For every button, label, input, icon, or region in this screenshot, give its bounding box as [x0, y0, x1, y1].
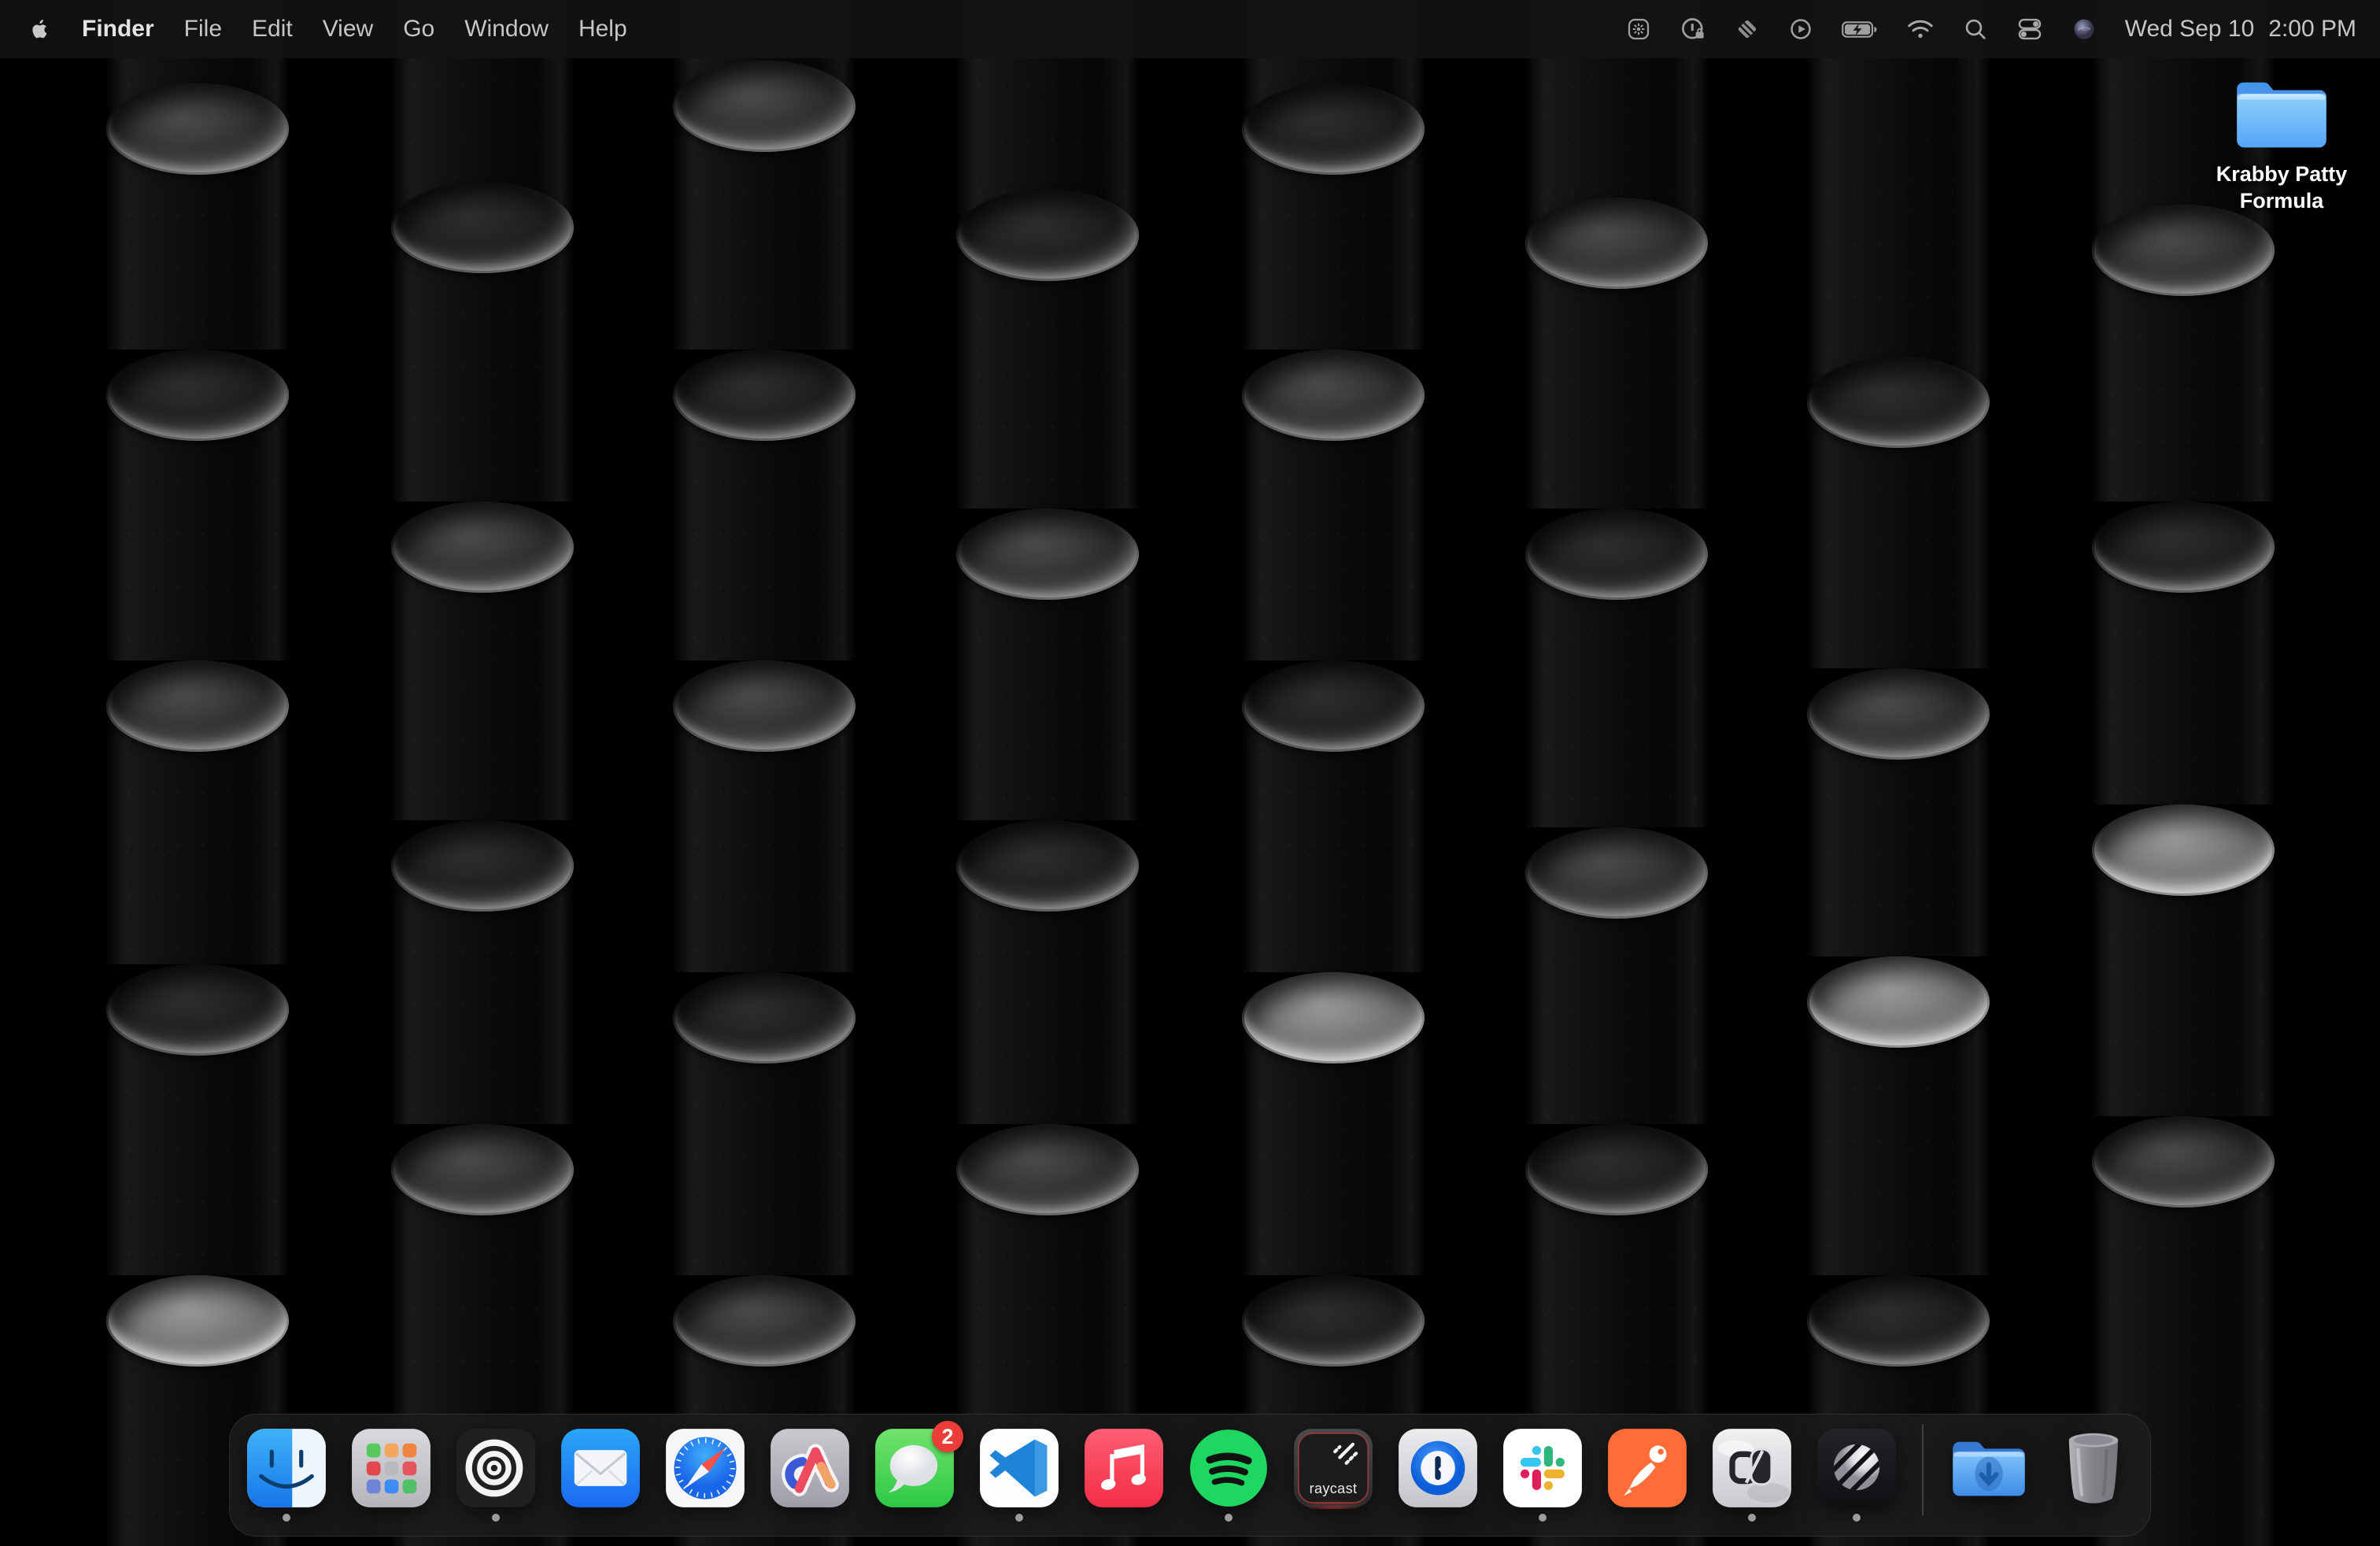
dock-item-downloads-folder[interactable]	[1948, 1427, 2030, 1509]
zen-browser-icon	[455, 1427, 537, 1509]
dock-item-linear[interactable]	[1816, 1427, 1898, 1509]
menu-bar-left: Finder File Edit View Go Window Help	[27, 16, 642, 43]
menu-bar: Finder File Edit View Go Window Help	[0, 0, 2380, 58]
safari-icon	[664, 1427, 746, 1509]
slack-icon	[1502, 1427, 1584, 1509]
apple-logo-icon	[30, 17, 51, 42]
menu-window[interactable]: Window	[449, 16, 564, 43]
dock-item-launchpad[interactable]	[350, 1427, 432, 1509]
postman-icon	[1606, 1427, 1688, 1509]
downloads-folder-icon	[1948, 1427, 2030, 1509]
menu-view[interactable]: View	[308, 16, 388, 43]
sunburst-app-icon[interactable]	[1626, 17, 1651, 42]
dock-item-arc-browser[interactable]	[769, 1427, 851, 1509]
dock-item-trash[interactable]	[2053, 1427, 2134, 1509]
dock-item-safari[interactable]	[664, 1427, 746, 1509]
menu-bar-date[interactable]: Wed Sep 10	[2125, 16, 2255, 43]
menu-go[interactable]: Go	[388, 16, 449, 43]
apple-menu[interactable]	[27, 17, 67, 42]
dock: 2	[229, 1414, 2151, 1537]
play-status-icon[interactable]	[1788, 17, 1813, 42]
wallpaper-column	[2092, 0, 2275, 1546]
vscode-icon	[978, 1427, 1060, 1509]
dock-item-mail[interactable]	[560, 1427, 641, 1509]
dock-separator	[1922, 1424, 1924, 1515]
dock-item-raycast[interactable]: raycast	[1292, 1427, 1374, 1509]
dock-item-spotify[interactable]	[1188, 1427, 1269, 1509]
battery-charging-icon[interactable]	[1842, 20, 1878, 39]
menu-bar-status-area: Wed Sep 10 2:00 PM	[1626, 16, 2356, 43]
wallpaper-column	[673, 0, 856, 1546]
wallpaper	[0, 0, 2380, 1546]
menu-bar-clock[interactable]: Wed Sep 10 2:00 PM	[2125, 16, 2356, 43]
wallpaper-column	[1525, 0, 1708, 1546]
notification-badge: 2	[932, 1421, 963, 1452]
trash-empty-icon	[2053, 1427, 2134, 1509]
wallpaper-column	[1242, 0, 1425, 1546]
menu-bar-time[interactable]: 2:00 PM	[2268, 16, 2356, 43]
control-center-icon[interactable]	[2016, 16, 2043, 43]
dock-item-zen-browser[interactable]	[455, 1427, 537, 1509]
menu-help[interactable]: Help	[564, 16, 642, 43]
macos-desktop: Finder File Edit View Go Window Help	[0, 0, 2380, 1546]
dock-item-finder[interactable]	[246, 1427, 327, 1509]
running-indicator	[1539, 1514, 1547, 1522]
dia-browser-icon	[1711, 1427, 1793, 1509]
dock-item-postman[interactable]	[1606, 1427, 1688, 1509]
dock-item-slack[interactable]	[1502, 1427, 1584, 1509]
running-indicator	[1015, 1514, 1023, 1522]
raycast-label: raycast	[1292, 1481, 1374, 1497]
running-indicator	[1225, 1514, 1232, 1522]
apple-music-icon	[1083, 1427, 1165, 1509]
dock-item-1password[interactable]	[1397, 1427, 1479, 1509]
desktop-folder-krabby-patty-formula[interactable]: Krabby Patty Formula	[2215, 74, 2349, 214]
dock-item-dia-browser[interactable]	[1711, 1427, 1793, 1509]
spotify-icon	[1188, 1427, 1269, 1509]
desktop-folder-label: Krabby Patty Formula	[2212, 161, 2351, 214]
striped-badge-icon[interactable]	[1735, 17, 1760, 42]
dock-item-messages[interactable]: 2	[874, 1427, 955, 1509]
linear-icon	[1816, 1427, 1898, 1509]
mail-icon	[560, 1427, 641, 1509]
running-indicator	[1748, 1514, 1756, 1522]
launchpad-icon	[350, 1427, 432, 1509]
running-indicator	[492, 1514, 500, 1522]
blue-folder-icon	[2233, 74, 2330, 153]
finder-icon	[246, 1427, 327, 1509]
menu-app-finder[interactable]: Finder	[67, 16, 169, 43]
wallpaper-column	[106, 0, 289, 1546]
menu-edit[interactable]: Edit	[237, 16, 308, 43]
spotlight-search-icon[interactable]	[1963, 17, 1988, 42]
wallpaper-column	[1807, 0, 1990, 1546]
wifi-icon[interactable]	[1906, 18, 1935, 40]
wallpaper-column	[956, 0, 1139, 1546]
running-indicator	[283, 1514, 290, 1522]
dock-item-vscode[interactable]	[978, 1427, 1060, 1509]
siri-icon[interactable]	[2071, 17, 2097, 42]
arc-browser-icon	[769, 1427, 851, 1509]
running-indicator	[1853, 1514, 1861, 1522]
1password-icon	[1397, 1427, 1479, 1509]
dock-item-apple-music[interactable]	[1083, 1427, 1165, 1509]
onepassword-menubar-icon[interactable]	[1680, 16, 1706, 43]
wallpaper-column	[391, 0, 574, 1546]
menu-file[interactable]: File	[169, 16, 237, 43]
